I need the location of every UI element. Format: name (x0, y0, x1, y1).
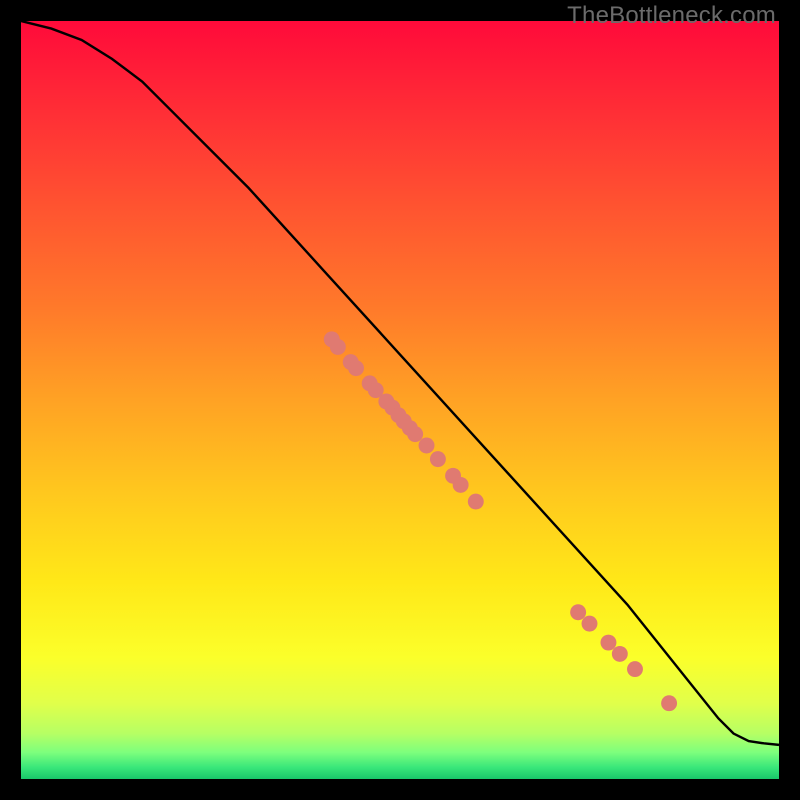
gradient-background (21, 21, 779, 779)
data-point (627, 661, 643, 677)
data-point (407, 426, 423, 442)
data-point (468, 494, 484, 510)
data-point (612, 646, 628, 662)
data-point (600, 635, 616, 651)
chart-frame (21, 21, 779, 779)
watermark-text: TheBottleneck.com (567, 2, 776, 30)
chart-plot (21, 21, 779, 779)
data-point (430, 451, 446, 467)
data-point (570, 604, 586, 620)
data-point (453, 477, 469, 493)
data-point (348, 360, 364, 376)
data-point (661, 695, 677, 711)
data-point (582, 616, 598, 632)
data-point (419, 438, 435, 454)
data-point (330, 339, 346, 355)
